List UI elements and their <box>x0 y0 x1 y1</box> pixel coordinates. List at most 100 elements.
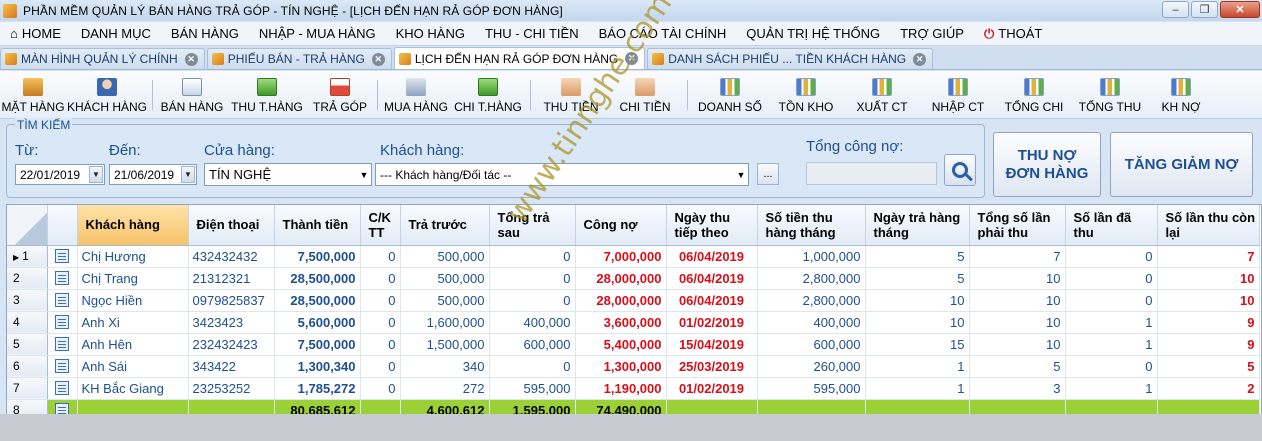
document-icon[interactable] <box>55 359 69 373</box>
cell-ngay-thu[interactable]: 15/04/2019 <box>666 333 758 356</box>
col-ngay-tra-hang-thang[interactable]: Ngày trả hàng tháng <box>865 205 970 246</box>
table-row[interactable]: 4 Anh Xi 3423423 5,600,000 0 1,600,000 400,000… <box>7 311 1260 334</box>
cell-tong-tra-sau[interactable]: 0 <box>489 245 576 268</box>
table-row[interactable]: 6 Anh Sái 343422 1,300,340 0 340 0 1,300,000 25/… <box>7 355 1260 378</box>
cell-dien-thoai[interactable]: 343422 <box>188 355 275 378</box>
row-detail-cell[interactable] <box>47 245 78 268</box>
cell-con-lai[interactable]: 10 <box>1157 267 1260 290</box>
cell-ngay-thu[interactable]: 01/02/2019 <box>666 377 758 400</box>
menu-bao-cao-tai-chinh[interactable]: BÁO CÁO TÀI CHÍNH <box>589 22 737 46</box>
cell-so-tien-thu[interactable]: 2,800,000 <box>757 289 866 312</box>
table-row[interactable]: 1Chị Hương4324324327,500,0000500,00007,0… <box>7 245 1260 268</box>
cell-da-thu[interactable]: 1 <box>1065 333 1158 356</box>
toolbar-kh-no[interactable]: KH NỢ <box>1148 72 1214 118</box>
close-icon[interactable]: ✕ <box>184 52 198 66</box>
cell-khach-hang[interactable]: Anh Xi <box>77 311 189 334</box>
cell-thanh-tien[interactable]: 1,300,340 <box>274 355 361 378</box>
col-so-lan-da-thu[interactable]: Số lần đã thu <box>1065 205 1158 246</box>
row-detail-cell[interactable] <box>47 333 78 356</box>
close-button[interactable]: ✕ <box>1220 1 1260 18</box>
cell-tra-truoc[interactable]: 500,000 <box>400 289 490 312</box>
table-row[interactable]: 7 KH Bắc Giang 23253252 1,785,272 0 272 595,00… <box>7 377 1260 400</box>
document-icon[interactable] <box>55 381 69 395</box>
col-tra-truoc[interactable]: Trả trước <box>400 205 490 246</box>
cell-tra-truoc[interactable]: 1,500,000 <box>400 333 490 356</box>
cell-thanh-tien[interactable]: 1,785,272 <box>274 377 361 400</box>
toolbar-chi-t-hang[interactable]: CHI T.HÀNG <box>450 72 526 118</box>
cell-ck-tt[interactable]: 0 <box>360 311 401 334</box>
tab-main-screen[interactable]: MÀN HÌNH QUẢN LÝ CHÍNH ✕ <box>0 48 205 69</box>
cell-thanh-tien[interactable]: 28,500,000 <box>274 289 361 312</box>
col-tong-tra-sau[interactable]: Tổng trả sau <box>489 205 576 246</box>
cell-tong-so-lan[interactable]: 10 <box>969 333 1066 356</box>
more-button[interactable]: ... <box>757 163 779 185</box>
cell-da-thu[interactable]: 0 <box>1065 245 1158 268</box>
toolbar-ban-hang[interactable]: BÁN HÀNG <box>157 72 227 118</box>
cell-so-tien-thu[interactable]: 260,000 <box>757 355 866 378</box>
cell-ngay-tra[interactable]: 10 <box>865 289 970 312</box>
row-number[interactable]: 1 <box>7 245 48 268</box>
to-date-picker[interactable]: 21/06/2019 ▼ <box>109 164 197 185</box>
row-number[interactable]: 3 <box>7 289 48 312</box>
cell-ngay-thu[interactable]: 06/04/2019 <box>666 267 758 290</box>
row-number[interactable]: 7 <box>7 377 48 400</box>
cell-ck-tt[interactable]: 0 <box>360 267 401 290</box>
grid-corner[interactable] <box>7 205 48 246</box>
cell-cong-no[interactable]: 28,000,000 <box>575 267 667 290</box>
document-icon[interactable] <box>55 271 69 285</box>
cell-cong-no[interactable]: 3,600,000 <box>575 311 667 334</box>
col-khach-hang[interactable]: Khách hàng <box>77 205 189 246</box>
cell-tra-truoc[interactable]: 340 <box>400 355 490 378</box>
cell-tra-truoc[interactable]: 500,000 <box>400 267 490 290</box>
cell-tra-truoc[interactable]: 272 <box>400 377 490 400</box>
cell-con-lai[interactable]: 10 <box>1157 289 1260 312</box>
cell-tong-tra-sau[interactable]: 600,000 <box>489 333 576 356</box>
restore-button[interactable]: ❐ <box>1191 1 1218 18</box>
menu-quan-tri-he-thong[interactable]: QUẢN TRỊ HỆ THỐNG <box>736 22 890 46</box>
cell-tong-tra-sau[interactable]: 0 <box>489 289 576 312</box>
row-number[interactable]: 4 <box>7 311 48 334</box>
toolbar-xuat-ct[interactable]: XUẤT CT <box>844 72 920 118</box>
cell-tong-so-lan[interactable]: 10 <box>969 311 1066 334</box>
cell-khach-hang[interactable]: Chị Hương <box>77 245 189 268</box>
cell-thanh-tien[interactable]: 7,500,000 <box>274 333 361 356</box>
cell-dien-thoai[interactable]: 0979825837 <box>188 289 275 312</box>
menu-nhap-mua-hang[interactable]: NHẬP - MUA HÀNG <box>249 22 386 46</box>
cell-so-tien-thu[interactable]: 600,000 <box>757 333 866 356</box>
col-so-tien-thu-hang-thang[interactable]: Số tiền thu hàng tháng <box>757 205 866 246</box>
toolbar-tra-gop[interactable]: TRẢ GÓP <box>307 72 373 118</box>
chevron-down-icon[interactable]: ▼ <box>181 166 195 183</box>
chevron-down-icon[interactable]: ▼ <box>734 170 748 180</box>
col-ngay-thu-tiep-theo[interactable]: Ngày thu tiếp theo <box>666 205 758 246</box>
table-row[interactable]: 3 Ngọc Hiền 0979825837 28,500,000 0 500,000 0 2… <box>7 289 1260 312</box>
cell-khach-hang[interactable]: Anh Hên <box>77 333 189 356</box>
cell-ngay-tra[interactable]: 5 <box>865 245 970 268</box>
customer-select[interactable]: --- Khách hàng/Đối tác -- ▼ <box>375 163 749 186</box>
table-row[interactable]: 2 Chị Trang 21312321 28,500,000 0 500,000 0 28,… <box>7 267 1260 290</box>
toolbar-mua-hang[interactable]: MUA HÀNG <box>382 72 450 118</box>
col-cong-no[interactable]: Công nợ <box>575 205 667 246</box>
cell-da-thu[interactable]: 0 <box>1065 289 1158 312</box>
close-icon[interactable]: ✕ <box>371 52 385 66</box>
cell-ngay-thu[interactable]: 06/04/2019 <box>666 245 758 268</box>
cell-tong-tra-sau[interactable]: 0 <box>489 355 576 378</box>
cell-cong-no[interactable]: 5,400,000 <box>575 333 667 356</box>
cell-so-tien-thu[interactable]: 400,000 <box>757 311 866 334</box>
cell-ck-tt[interactable]: 0 <box>360 377 401 400</box>
menu-thoat[interactable]: ⏻ THOÁT <box>974 22 1052 46</box>
cell-ngay-thu[interactable]: 25/03/2019 <box>666 355 758 378</box>
table-row[interactable]: 5 Anh Hên 232432423 7,500,000 0 1,500,000 600,… <box>7 333 1260 356</box>
toolbar-tong-thu[interactable]: TỔNG THU <box>1072 72 1148 118</box>
cell-cong-no[interactable]: 7,000,000 <box>575 245 667 268</box>
menu-tro-giup[interactable]: TRỢ GIÚP <box>890 22 974 46</box>
cell-tong-tra-sau[interactable]: 0 <box>489 267 576 290</box>
document-icon[interactable] <box>55 315 69 329</box>
row-number[interactable]: 2 <box>7 267 48 290</box>
cell-ngay-tra[interactable]: 1 <box>865 355 970 378</box>
cell-con-lai[interactable]: 9 <box>1157 333 1260 356</box>
collect-debt-button[interactable]: THU NỢ ĐƠN HÀNG <box>993 132 1101 197</box>
row-detail-cell[interactable] <box>47 377 78 400</box>
cell-khach-hang[interactable]: Ngọc Hiền <box>77 289 189 312</box>
adjust-debt-button[interactable]: TĂNG GIẢM NỢ <box>1110 132 1253 197</box>
cell-dien-thoai[interactable]: 432432432 <box>188 245 275 268</box>
